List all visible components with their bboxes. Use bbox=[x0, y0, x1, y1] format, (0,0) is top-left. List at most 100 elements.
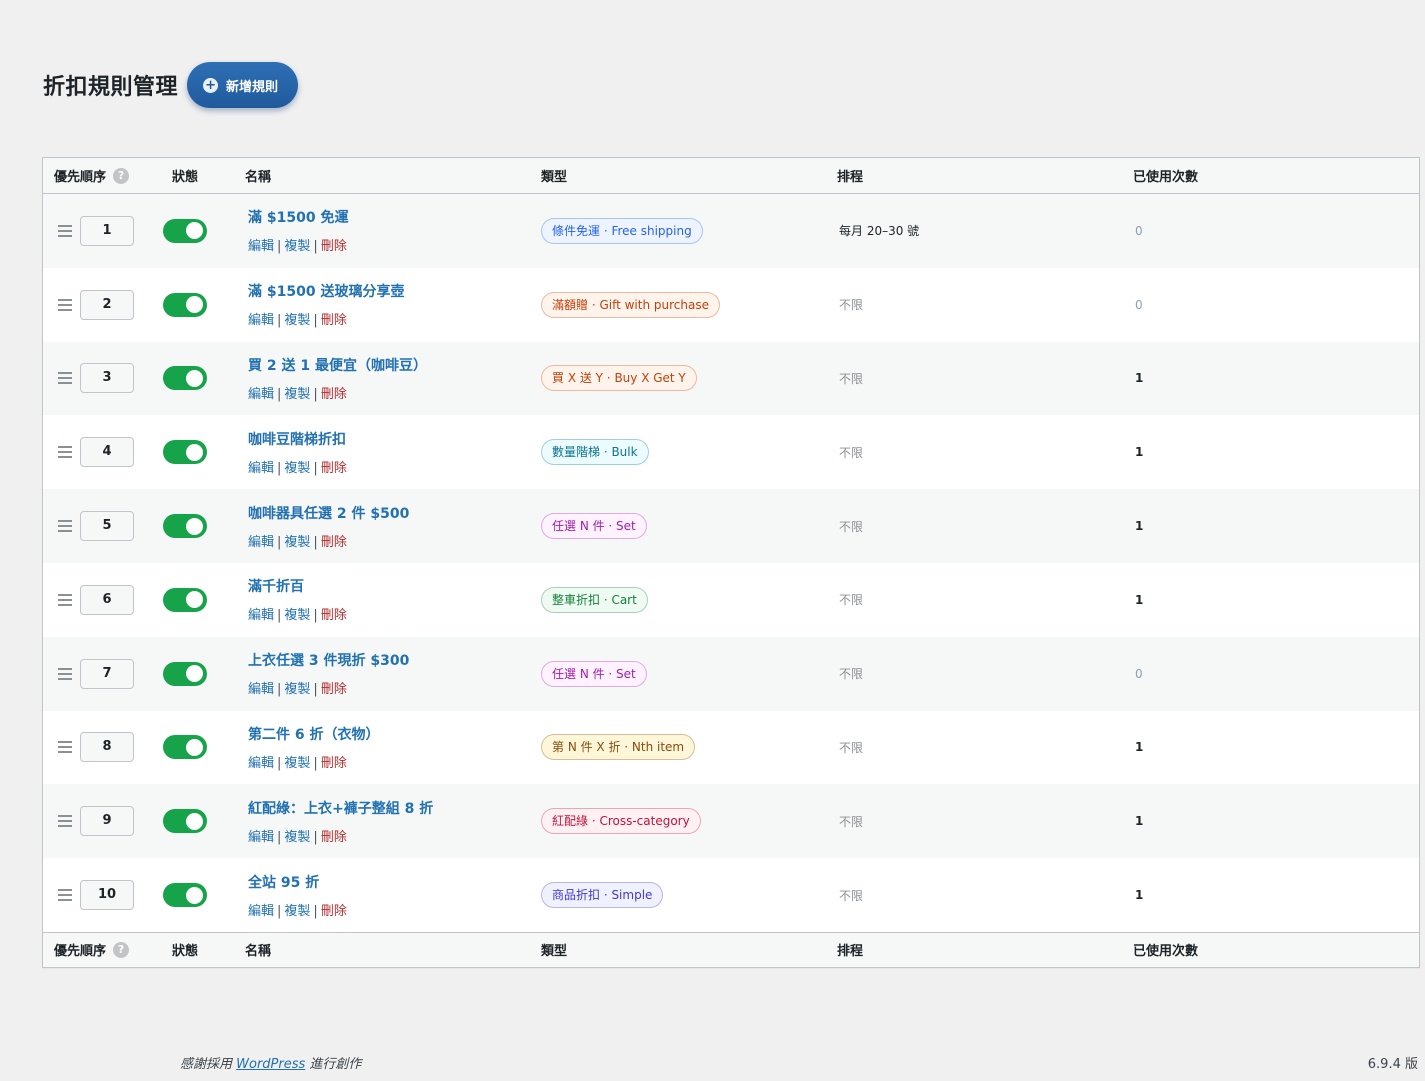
delete-link[interactable]: 刪除 bbox=[321, 239, 347, 254]
delete-link[interactable]: 刪除 bbox=[321, 387, 347, 402]
copy-link[interactable]: 複製 bbox=[284, 682, 310, 697]
edit-link[interactable]: 編輯 bbox=[248, 535, 274, 550]
edit-link[interactable]: 編輯 bbox=[248, 904, 274, 919]
delete-link[interactable]: 刪除 bbox=[321, 904, 347, 919]
add-rule-label: 新增規則 bbox=[226, 79, 279, 95]
copy-link[interactable]: 複製 bbox=[284, 756, 310, 771]
plus-circle-icon: + bbox=[203, 77, 219, 93]
delete-link[interactable]: 刪除 bbox=[321, 461, 347, 476]
rule-name-link[interactable]: 咖啡器具任選 2 件 $500 bbox=[248, 503, 541, 523]
status-toggle[interactable] bbox=[163, 440, 207, 465]
priority-input[interactable]: 7 bbox=[80, 658, 134, 689]
table-row: 3 買 2 送 1 最便宜（咖啡豆） 編輯 | 複製 | 刪除 買 X 送 Y · Buy X… bbox=[43, 341, 1419, 416]
priority-input[interactable]: 10 bbox=[80, 880, 134, 911]
rule-name-link[interactable]: 上衣任選 3 件現折 $300 bbox=[248, 650, 541, 670]
row-actions: 編輯 | 複製 | 刪除 bbox=[248, 239, 347, 255]
copy-link[interactable]: 複製 bbox=[284, 239, 310, 254]
help-icon[interactable]: ? bbox=[113, 167, 130, 184]
priority-input[interactable]: 2 bbox=[80, 289, 134, 320]
edit-link[interactable]: 編輯 bbox=[248, 608, 274, 623]
column-footer-status: 狀態 bbox=[172, 944, 199, 960]
delete-link[interactable]: 刪除 bbox=[321, 830, 347, 845]
drag-handle-icon[interactable] bbox=[58, 298, 72, 311]
column-header-priority[interactable]: 優先順序 bbox=[54, 166, 106, 185]
copy-link[interactable]: 複製 bbox=[284, 387, 310, 402]
copy-link[interactable]: 複製 bbox=[284, 461, 310, 476]
edit-link[interactable]: 編輯 bbox=[248, 461, 274, 476]
drag-handle-icon[interactable] bbox=[58, 815, 72, 828]
status-toggle[interactable] bbox=[163, 735, 207, 760]
priority-input[interactable]: 4 bbox=[80, 437, 134, 468]
delete-link[interactable]: 刪除 bbox=[321, 608, 347, 623]
rule-name-link[interactable]: 滿千折百 bbox=[248, 576, 541, 596]
status-toggle[interactable] bbox=[163, 292, 207, 317]
drag-handle-icon[interactable] bbox=[58, 593, 72, 606]
drag-handle-icon[interactable] bbox=[58, 741, 72, 754]
status-toggle[interactable] bbox=[163, 587, 207, 612]
page-header: 折扣規則管理 + 新增規則 bbox=[43, 62, 299, 108]
edit-link[interactable]: 編輯 bbox=[248, 313, 274, 328]
status-toggle[interactable] bbox=[163, 366, 207, 391]
edit-link[interactable]: 編輯 bbox=[248, 682, 274, 697]
priority-input[interactable]: 3 bbox=[80, 363, 134, 394]
copy-link[interactable]: 複製 bbox=[284, 313, 310, 328]
status-toggle[interactable] bbox=[163, 809, 207, 834]
column-footer-priority[interactable]: 優先順序 bbox=[54, 940, 106, 959]
add-rule-button[interactable]: + 新增規則 bbox=[187, 62, 299, 108]
status-toggle[interactable] bbox=[163, 661, 207, 686]
table-row: 2 滿 $1500 送玻璃分享壺 編輯 | 複製 | 刪除 滿額贈 · Gift with p… bbox=[43, 268, 1419, 342]
column-header-used: 已使用次數 bbox=[1133, 170, 1199, 185]
priority-input[interactable]: 8 bbox=[80, 732, 134, 763]
used-count: 1 bbox=[1135, 592, 1144, 607]
drag-handle-icon[interactable] bbox=[58, 667, 72, 680]
rule-name-link[interactable]: 咖啡豆階梯折扣 bbox=[248, 429, 541, 449]
rule-name-link[interactable]: 滿 $1500 送玻璃分享壺 bbox=[248, 281, 541, 301]
drag-handle-icon[interactable] bbox=[58, 889, 72, 902]
toggle-knob bbox=[186, 296, 203, 314]
delete-link[interactable]: 刪除 bbox=[321, 313, 347, 328]
delete-link[interactable]: 刪除 bbox=[321, 756, 347, 771]
wordpress-link[interactable]: WordPress bbox=[236, 1057, 305, 1072]
table-body: 1 滿 $1500 免運 編輯 | 複製 | 刪除 條件免運 · Free shipping 每… bbox=[43, 194, 1419, 932]
delete-link[interactable]: 刪除 bbox=[321, 682, 347, 697]
priority-input[interactable]: 5 bbox=[80, 511, 134, 542]
rule-name-link[interactable]: 滿 $1500 免運 bbox=[248, 207, 541, 227]
type-badge: 商品折扣 · Simple bbox=[541, 882, 664, 909]
used-count: 0 bbox=[1135, 297, 1143, 312]
row-actions: 編輯 | 複製 | 刪除 bbox=[248, 829, 347, 845]
rule-name-link[interactable]: 第二件 6 折（衣物） bbox=[248, 724, 541, 744]
delete-link[interactable]: 刪除 bbox=[321, 535, 347, 550]
edit-link[interactable]: 編輯 bbox=[248, 830, 274, 845]
copy-link[interactable]: 複製 bbox=[284, 535, 310, 550]
help-icon[interactable]: ? bbox=[113, 941, 130, 958]
rule-name-link[interactable]: 全站 95 折 bbox=[248, 872, 541, 892]
type-badge: 任選 N 件 · Set bbox=[541, 660, 647, 687]
status-toggle[interactable] bbox=[163, 218, 207, 243]
type-badge: 第 N 件 X 折 · Nth item bbox=[541, 734, 696, 761]
schedule-text: 不限 bbox=[839, 445, 864, 460]
drag-handle-icon[interactable] bbox=[58, 372, 72, 385]
rule-name-link[interactable]: 買 2 送 1 最便宜（咖啡豆） bbox=[248, 355, 541, 375]
toggle-knob bbox=[186, 886, 203, 904]
priority-input[interactable]: 9 bbox=[80, 806, 134, 837]
schedule-text: 不限 bbox=[839, 667, 864, 682]
edit-link[interactable]: 編輯 bbox=[248, 387, 274, 402]
copy-link[interactable]: 複製 bbox=[284, 608, 310, 623]
edit-link[interactable]: 編輯 bbox=[248, 756, 274, 771]
schedule-text: 不限 bbox=[839, 888, 864, 903]
priority-input[interactable]: 6 bbox=[80, 584, 134, 615]
drag-handle-icon[interactable] bbox=[58, 520, 72, 533]
column-footer-name: 名稱 bbox=[245, 944, 272, 960]
drag-handle-icon[interactable] bbox=[58, 224, 72, 237]
status-toggle[interactable] bbox=[163, 514, 207, 539]
edit-link[interactable]: 編輯 bbox=[248, 239, 274, 254]
rule-name-link[interactable]: 紅配綠：上衣+褲子整組 8 折 bbox=[248, 798, 541, 818]
priority-input[interactable]: 1 bbox=[80, 215, 134, 246]
drag-handle-icon[interactable] bbox=[58, 446, 72, 459]
status-toggle[interactable] bbox=[163, 883, 207, 908]
copy-link[interactable]: 複製 bbox=[284, 904, 310, 919]
copy-link[interactable]: 複製 bbox=[284, 830, 310, 845]
row-actions: 編輯 | 複製 | 刪除 bbox=[248, 608, 347, 624]
column-header-name: 名稱 bbox=[245, 170, 272, 185]
toggle-knob bbox=[186, 591, 203, 609]
